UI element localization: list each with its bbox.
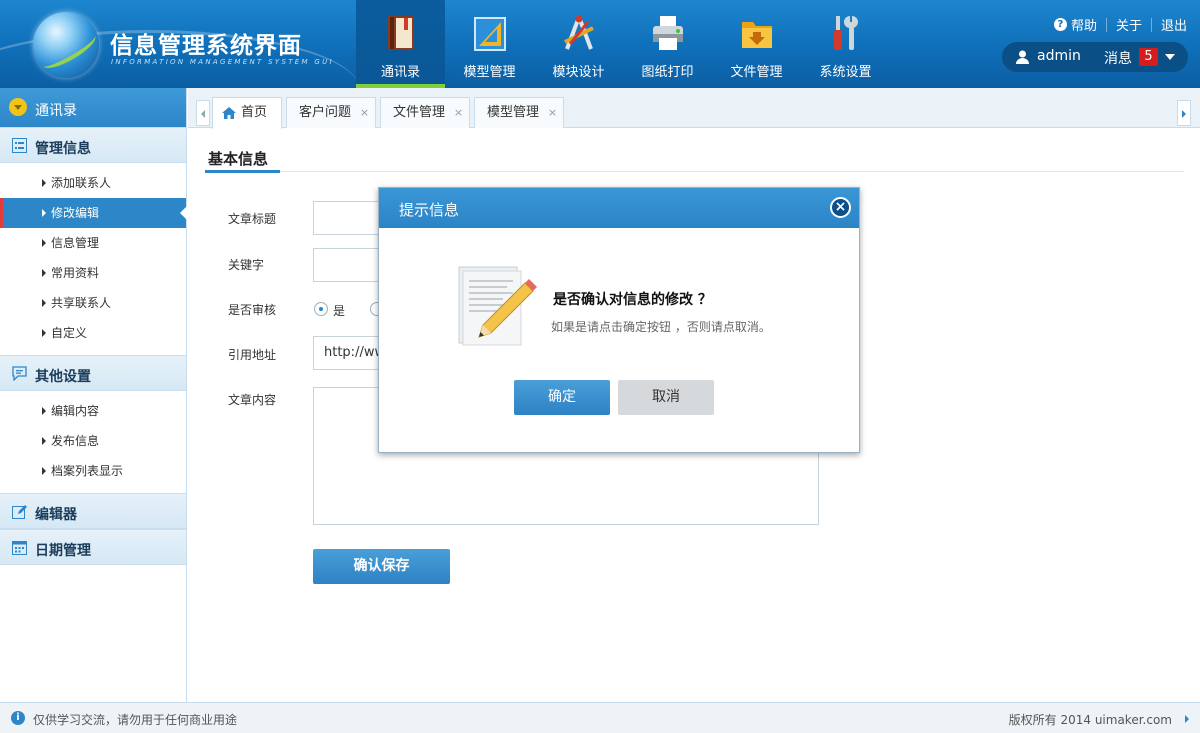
folder-icon <box>742 22 772 48</box>
chevron-down-icon[interactable] <box>1165 54 1175 60</box>
sidebar-item-custom[interactable]: 自定义 <box>0 318 186 348</box>
nav-contacts[interactable]: 通讯录 <box>356 0 445 88</box>
tab-bar: 首页 客户问题 × 文件管理 × 模型管理 × <box>188 88 1200 129</box>
app-title: 信息管理系统界面 <box>110 33 302 59</box>
close-icon[interactable]: × <box>454 98 463 128</box>
footer-note: 仅供学习交流，请勿用于任何商业用途 <box>33 713 238 727</box>
nav-file-manage[interactable]: 文件管理 <box>712 0 801 88</box>
printer-icon <box>653 16 683 50</box>
book-icon <box>388 16 414 50</box>
sidebar: 通讯录 管理信息 添加联系人 修改编辑 信息管理 常用资料 共享联系人 自定义 … <box>0 88 187 702</box>
collapse-toggle-icon <box>9 98 27 116</box>
tab-scroll-right-icon[interactable] <box>1177 100 1191 126</box>
review-yes-radio[interactable] <box>314 302 328 316</box>
tab-list: 首页 客户问题 × 文件管理 × 模型管理 × <box>212 97 568 129</box>
dialog-question: 是否确认对信息的修改 ？ <box>553 292 712 308</box>
sidebar-item-publish-info[interactable]: 发布信息 <box>0 426 186 456</box>
user-bar: admin 消息 5 <box>1002 42 1188 72</box>
app-subtitle: INFORMATION MANAGEMENT SYSTEM GUI <box>111 58 334 66</box>
label-keywords: 关键字 <box>228 258 265 272</box>
sidebar-header[interactable]: 通讯录 <box>0 88 186 127</box>
label-article-title: 文章标题 <box>228 212 277 226</box>
sidebar-item-archive-list[interactable]: 档案列表显示 <box>0 456 186 486</box>
messages-count-badge: 5 <box>1139 48 1158 66</box>
sidebar-group-other-settings[interactable]: 其他设置 <box>0 355 186 391</box>
logout-link[interactable]: 退出 <box>1161 15 1187 34</box>
app-header: 信息管理系统界面 INFORMATION MANAGEMENT SYSTEM G… <box>0 0 1200 88</box>
save-button[interactable]: 确认保存 <box>313 549 450 584</box>
list-icon <box>12 138 27 153</box>
label-content: 文章内容 <box>228 393 277 407</box>
tab-model-manage[interactable]: 模型管理 × <box>474 97 565 128</box>
section-divider <box>205 170 1184 173</box>
help-icon: ? <box>1053 18 1067 31</box>
footer-copyright: 版权所有 2014 uimaker.com <box>1008 713 1172 727</box>
top-links: ? 帮助 关于 退出 <box>1053 15 1187 34</box>
label-review: 是否审核 <box>228 303 277 317</box>
sidebar-item-modify-edit[interactable]: 修改编辑 <box>0 198 187 228</box>
tools-icon <box>834 16 858 50</box>
document-pencil-icon <box>458 266 537 346</box>
chevron-right-icon[interactable] <box>1185 715 1189 723</box>
sidebar-item-add-contact[interactable]: 添加联系人 <box>0 168 186 198</box>
sidebar-item-common-data[interactable]: 常用资料 <box>0 258 186 288</box>
calendar-icon <box>12 541 27 555</box>
sidebar-item-info-manage[interactable]: 信息管理 <box>0 228 186 258</box>
sidebar-item-shared-contacts[interactable]: 共享联系人 <box>0 288 186 318</box>
confirm-dialog: 提示信息 × 是否确认对信息的修改 ？ 如果是请点击确定按钮 ，否则请点取消。 … <box>378 187 860 453</box>
sidebar-group-manage-info[interactable]: 管理信息 <box>0 127 186 163</box>
top-nav: 通讯录 模型管理 模块设计 图纸打印 文件管理 系统设置 <box>356 0 890 88</box>
tab-customer-issues[interactable]: 客户问题 × <box>286 97 377 128</box>
about-link[interactable]: 关于 <box>1116 15 1142 34</box>
tab-file-manage[interactable]: 文件管理 × <box>380 97 471 128</box>
nav-model-manage[interactable]: 模型管理 <box>445 0 534 88</box>
confirm-button[interactable]: 确定 <box>514 380 610 415</box>
user-icon <box>1016 50 1029 64</box>
nav-module-design[interactable]: 模块设计 <box>534 0 623 88</box>
nav-system-settings[interactable]: 系统设置 <box>801 0 890 88</box>
sidebar-list-other-settings: 编辑内容 发布信息 档案列表显示 <box>0 391 186 493</box>
sidebar-item-edit-content[interactable]: 编辑内容 <box>0 396 186 426</box>
close-icon[interactable]: × <box>360 98 369 128</box>
nav-print[interactable]: 图纸打印 <box>623 0 712 88</box>
close-icon[interactable]: × <box>830 197 851 218</box>
design-tools-icon <box>564 15 594 50</box>
cancel-button[interactable]: 取消 <box>618 380 714 415</box>
review-yes-label: 是 <box>333 304 346 318</box>
label-ref-url: 引用地址 <box>228 348 277 362</box>
tab-scroll-left-icon[interactable] <box>196 100 210 126</box>
tab-home[interactable]: 首页 <box>212 97 283 129</box>
edit-icon <box>12 505 27 519</box>
help-link[interactable]: 帮助 <box>1071 15 1097 34</box>
chat-icon <box>12 366 27 381</box>
footer: i 仅供学习交流，请勿用于任何商业用途 版权所有 2014 uimaker.co… <box>0 702 1200 733</box>
globe-logo-icon <box>33 12 99 78</box>
dialog-hint: 如果是请点击确定按钮 ，否则请点取消。 <box>551 320 771 334</box>
messages-link[interactable]: 消息 <box>1104 48 1132 68</box>
section-title: 基本信息 <box>208 150 269 168</box>
close-icon[interactable]: × <box>548 98 557 128</box>
home-icon <box>222 107 236 119</box>
sidebar-group-date-manage[interactable]: 日期管理 <box>0 529 186 565</box>
dialog-title: 提示信息 <box>399 201 460 219</box>
sidebar-group-editor[interactable]: 编辑器 <box>0 493 186 529</box>
ruler-triangle-icon <box>474 17 506 51</box>
info-icon: i <box>11 711 25 725</box>
dialog-header: 提示信息 × <box>379 188 859 228</box>
sidebar-list-manage-info: 添加联系人 修改编辑 信息管理 常用资料 共享联系人 自定义 <box>0 163 187 355</box>
username[interactable]: admin <box>1037 48 1081 64</box>
